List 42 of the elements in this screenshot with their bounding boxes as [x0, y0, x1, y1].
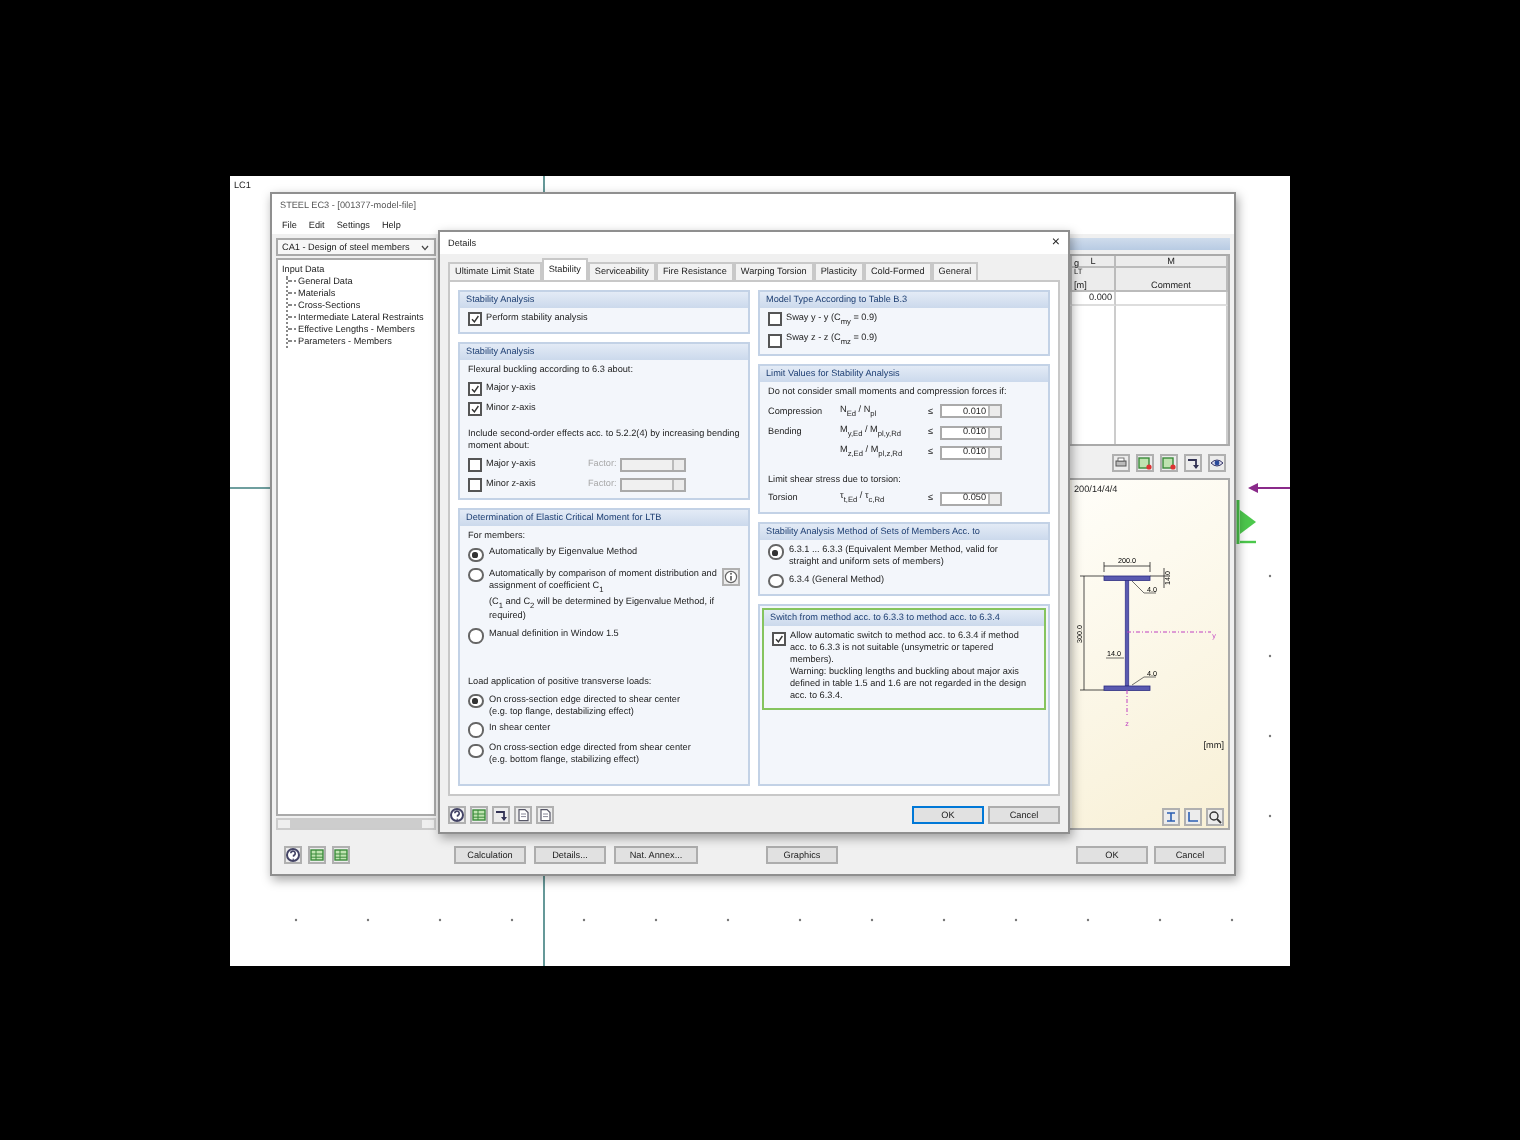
checkbox[interactable] — [772, 631, 786, 646]
radio-button[interactable] — [768, 544, 783, 560]
radio-button[interactable] — [468, 743, 483, 759]
arrow-icon[interactable] — [492, 805, 510, 823]
checkbox[interactable] — [468, 382, 482, 397]
radio-button[interactable] — [468, 547, 483, 563]
zoom-icon[interactable] — [1206, 808, 1224, 826]
grid-line — [230, 487, 271, 489]
table-icon[interactable] — [332, 845, 350, 863]
checkbox[interactable] — [468, 312, 482, 327]
caret-icon — [420, 243, 430, 251]
help-icon[interactable] — [448, 805, 466, 823]
table-icon[interactable] — [308, 845, 326, 863]
radio-button[interactable] — [468, 722, 483, 738]
checkbox[interactable] — [768, 333, 782, 348]
checkbox[interactable] — [768, 312, 782, 327]
section-icon[interactable] — [1162, 808, 1180, 826]
grid-line — [543, 873, 545, 966]
leader-line — [1131, 580, 1157, 594]
document-icon[interactable] — [514, 805, 532, 823]
eye-icon[interactable] — [1208, 453, 1226, 471]
leader-line — [1131, 676, 1157, 686]
table-icon[interactable] — [1136, 453, 1154, 471]
checkbox[interactable] — [468, 401, 482, 416]
load-arrow — [1248, 483, 1290, 493]
grid-line — [543, 176, 545, 195]
support-icon — [1236, 500, 1256, 544]
axes-icon[interactable] — [1184, 808, 1202, 826]
axis-line — [1126, 631, 1212, 633]
arrow-icon[interactable] — [1184, 453, 1202, 471]
i-beam-drawing — [1103, 575, 1151, 691]
document-icon[interactable] — [536, 805, 554, 823]
radio-button[interactable] — [468, 567, 483, 583]
axis-line — [1126, 689, 1128, 717]
radio-button[interactable] — [468, 628, 483, 644]
help-icon[interactable] — [284, 845, 302, 863]
radio-button[interactable] — [768, 573, 783, 589]
info-icon[interactable] — [722, 567, 740, 586]
print-icon[interactable] — [1112, 453, 1130, 471]
leader-line — [1105, 657, 1125, 659]
table-icon[interactable] — [1160, 453, 1178, 471]
radio-button[interactable] — [468, 693, 483, 709]
